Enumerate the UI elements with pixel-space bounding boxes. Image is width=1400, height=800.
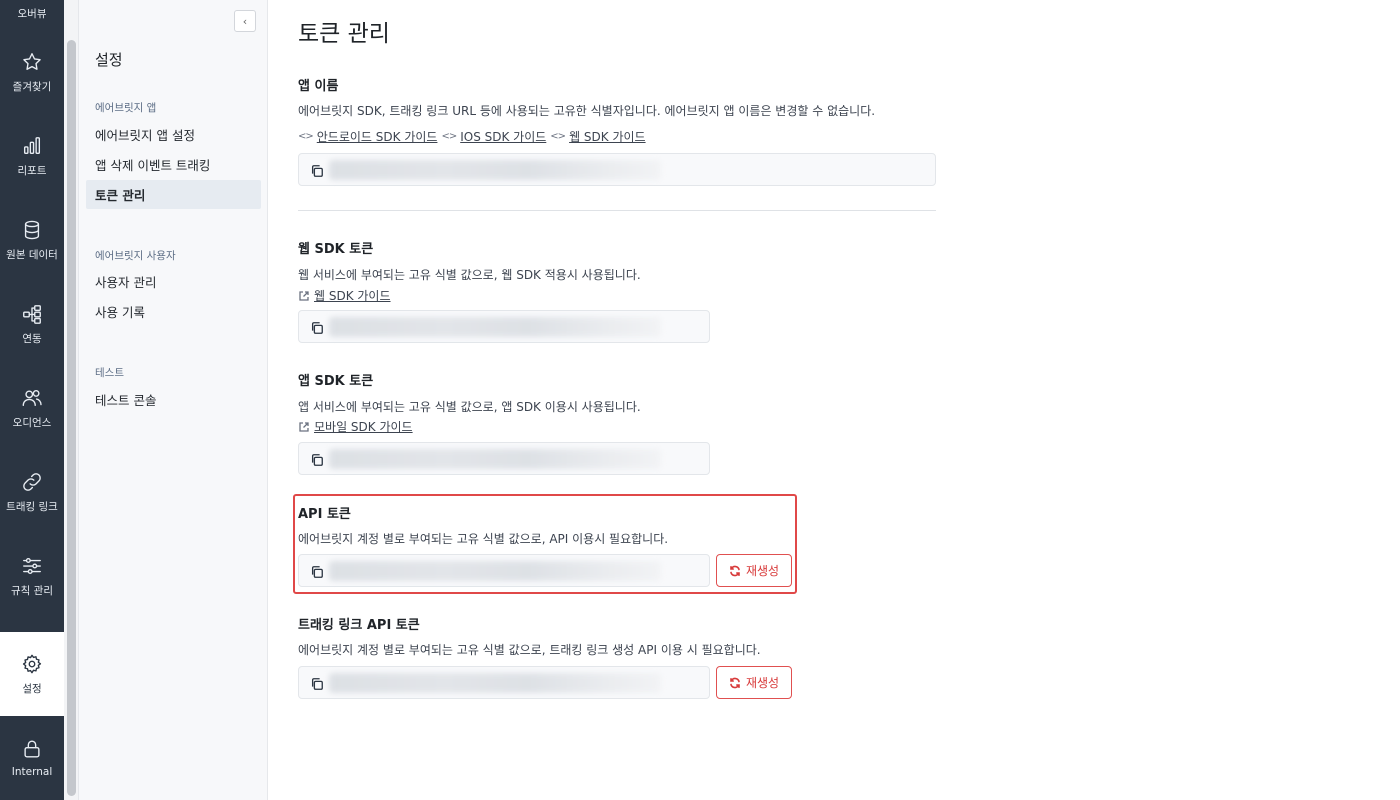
tracking-link-api-token-title: 트래킹 링크 API 토큰 [298, 618, 420, 633]
copy-icon[interactable] [310, 676, 324, 690]
web-sdk-token-description: 웹 서비스에 부여되는 고유 식별 값으로, 웹 SDK 적용시 사용됩니다. [298, 268, 641, 282]
link-icon [23, 472, 41, 491]
subnav-group-airbridge-users: 에어브릿지 사용자 [95, 250, 176, 262]
external-link-icon [299, 290, 309, 301]
api-token-description: 에어브릿지 계정 별로 부여되는 고유 식별 값으로, API 이용시 필요합니… [298, 532, 669, 546]
flow-icon [23, 304, 41, 324]
redacted-app-sdk-token [329, 449, 661, 469]
rail-item-rules[interactable]: 규칙 관리 [0, 534, 64, 618]
sidebar-scrollbar-thumb[interactable] [67, 40, 76, 796]
rail-item-raw-data[interactable]: 원본 데이터 [0, 198, 64, 282]
sdk-guide-links: <> 안드로이드 SDK 가이드 <> IOS SDK 가이드 <> 웹 SDK… [298, 128, 646, 145]
app-name-description: 에어브릿지 SDK, 트래킹 링크 URL 등에 사용되는 고유한 식별자입니다… [298, 104, 876, 118]
sidebar-scrollbar-track [64, 0, 79, 800]
copy-icon[interactable] [310, 564, 324, 578]
tracking-link-api-token-description: 에어브릿지 계정 별로 부여되는 고유 식별 값으로, 트래킹 링크 생성 AP… [298, 643, 761, 657]
app-sdk-token-field [298, 442, 710, 475]
app-sdk-token-title: 앱 SDK 토큰 [298, 374, 374, 389]
rail-item-audience[interactable]: 오디언스 [0, 366, 64, 450]
rail-item-label: Internal [11, 766, 53, 778]
rail-item-label: 오디언스 [12, 416, 52, 429]
redacted-app-name [329, 160, 661, 180]
bar-chart-icon [23, 136, 41, 154]
app-name-field [298, 153, 936, 186]
subnav-item-app-settings[interactable]: 에어브릿지 앱 설정 [86, 120, 261, 149]
copy-icon[interactable] [310, 452, 324, 466]
gear-icon [22, 654, 42, 673]
external-link-icon [299, 421, 309, 432]
global-nav-rail: 오버뷰 즐겨찾기 리포트 원본 데이터 연동 오디언스 트래킹 링크 규칙 관리… [0, 0, 64, 800]
redacted-api-token [329, 561, 661, 581]
subnav-item-usage-history[interactable]: 사용 기록 [86, 297, 261, 326]
lock-icon [24, 740, 40, 758]
rail-item-label: 규칙 관리 [11, 584, 53, 597]
mobile-sdk-guide-link-row: 모바일 SDK 가이드 [298, 418, 413, 435]
rail-item-report[interactable]: 리포트 [0, 114, 64, 198]
sliders-icon [23, 557, 41, 574]
app-sdk-token-description: 앱 서비스에 부여되는 고유 식별 값으로, 앱 SDK 이용시 사용됩니다. [298, 400, 641, 414]
api-token-title: API 토큰 [298, 507, 351, 522]
regenerate-label: 재생성 [745, 564, 780, 578]
code-icon: <> [550, 131, 566, 142]
rail-item-tracking-link[interactable]: 트래킹 링크 [0, 450, 64, 534]
subnav-item-uninstall-tracking[interactable]: 앱 삭제 이벤트 트래킹 [86, 150, 261, 179]
web-sdk-token-field [298, 310, 710, 343]
app-name-title: 앱 이름 [298, 79, 339, 94]
web-sdk-guide-link-row: 웹 SDK 가이드 [298, 287, 391, 304]
rail-item-label: 리포트 [17, 164, 47, 177]
section-divider [298, 210, 936, 211]
tracking-link-token-regenerate-button[interactable]: 재생성 [716, 666, 792, 699]
copy-icon[interactable] [310, 320, 324, 334]
android-sdk-guide-link[interactable]: 안드로이드 SDK 가이드 [317, 128, 438, 145]
subnav-group-airbridge-app: 에어브릿지 앱 [95, 102, 157, 114]
code-icon: <> [441, 131, 457, 142]
tracking-link-api-token-field [298, 666, 710, 699]
regenerate-label: 재생성 [745, 676, 780, 690]
star-icon [23, 52, 41, 70]
rail-item-label: 트래킹 링크 [6, 500, 58, 513]
rail-item-favorites[interactable]: 즐겨찾기 [0, 30, 64, 114]
collapse-sidebar-button[interactable]: ‹ [234, 10, 256, 32]
rail-item-label: 즐겨찾기 [12, 80, 52, 93]
page-title: 토큰 관리 [298, 21, 390, 47]
rail-item-internal[interactable]: Internal [0, 716, 64, 800]
subnav-item-token-management[interactable]: 토큰 관리 [86, 180, 261, 209]
refresh-icon [730, 677, 740, 688]
main-content: 토큰 관리 앱 이름 에어브릿지 SDK, 트래킹 링크 URL 등에 사용되는… [268, 0, 1400, 800]
database-icon [24, 220, 40, 239]
subnav-group-test: 테스트 [95, 367, 124, 379]
users-icon [22, 389, 42, 406]
code-icon: <> [298, 131, 314, 142]
web-sdk-guide-link[interactable]: 웹 SDK 가이드 [569, 128, 646, 145]
rail-item-overview-label[interactable]: 오버뷰 [0, 6, 64, 21]
copy-icon[interactable] [310, 163, 324, 177]
api-token-regenerate-button[interactable]: 재생성 [716, 554, 792, 587]
redacted-web-sdk-token [329, 317, 661, 337]
subnav-title: 설정 [95, 51, 123, 69]
api-token-field [298, 554, 710, 587]
settings-subnav: ‹ 설정 에어브릿지 앱 에어브릿지 앱 설정 앱 삭제 이벤트 트래킹 토큰 … [79, 0, 268, 800]
subnav-item-test-console[interactable]: 테스트 콘솔 [86, 385, 261, 414]
rail-item-integration[interactable]: 연동 [0, 282, 64, 366]
rail-item-label: 연동 [22, 332, 42, 345]
subnav-item-user-management[interactable]: 사용자 관리 [86, 267, 261, 296]
web-sdk-guide-link[interactable]: 웹 SDK 가이드 [314, 287, 391, 304]
refresh-icon [730, 565, 740, 576]
ios-sdk-guide-link[interactable]: IOS SDK 가이드 [460, 128, 546, 145]
redacted-tracking-link-api-token [329, 673, 661, 693]
rail-item-label: 원본 데이터 [6, 248, 58, 261]
web-sdk-token-title: 웹 SDK 토큰 [298, 242, 374, 257]
rail-item-settings[interactable]: 설정 [0, 632, 64, 716]
mobile-sdk-guide-link[interactable]: 모바일 SDK 가이드 [314, 418, 413, 435]
rail-item-label: 설정 [22, 682, 42, 695]
